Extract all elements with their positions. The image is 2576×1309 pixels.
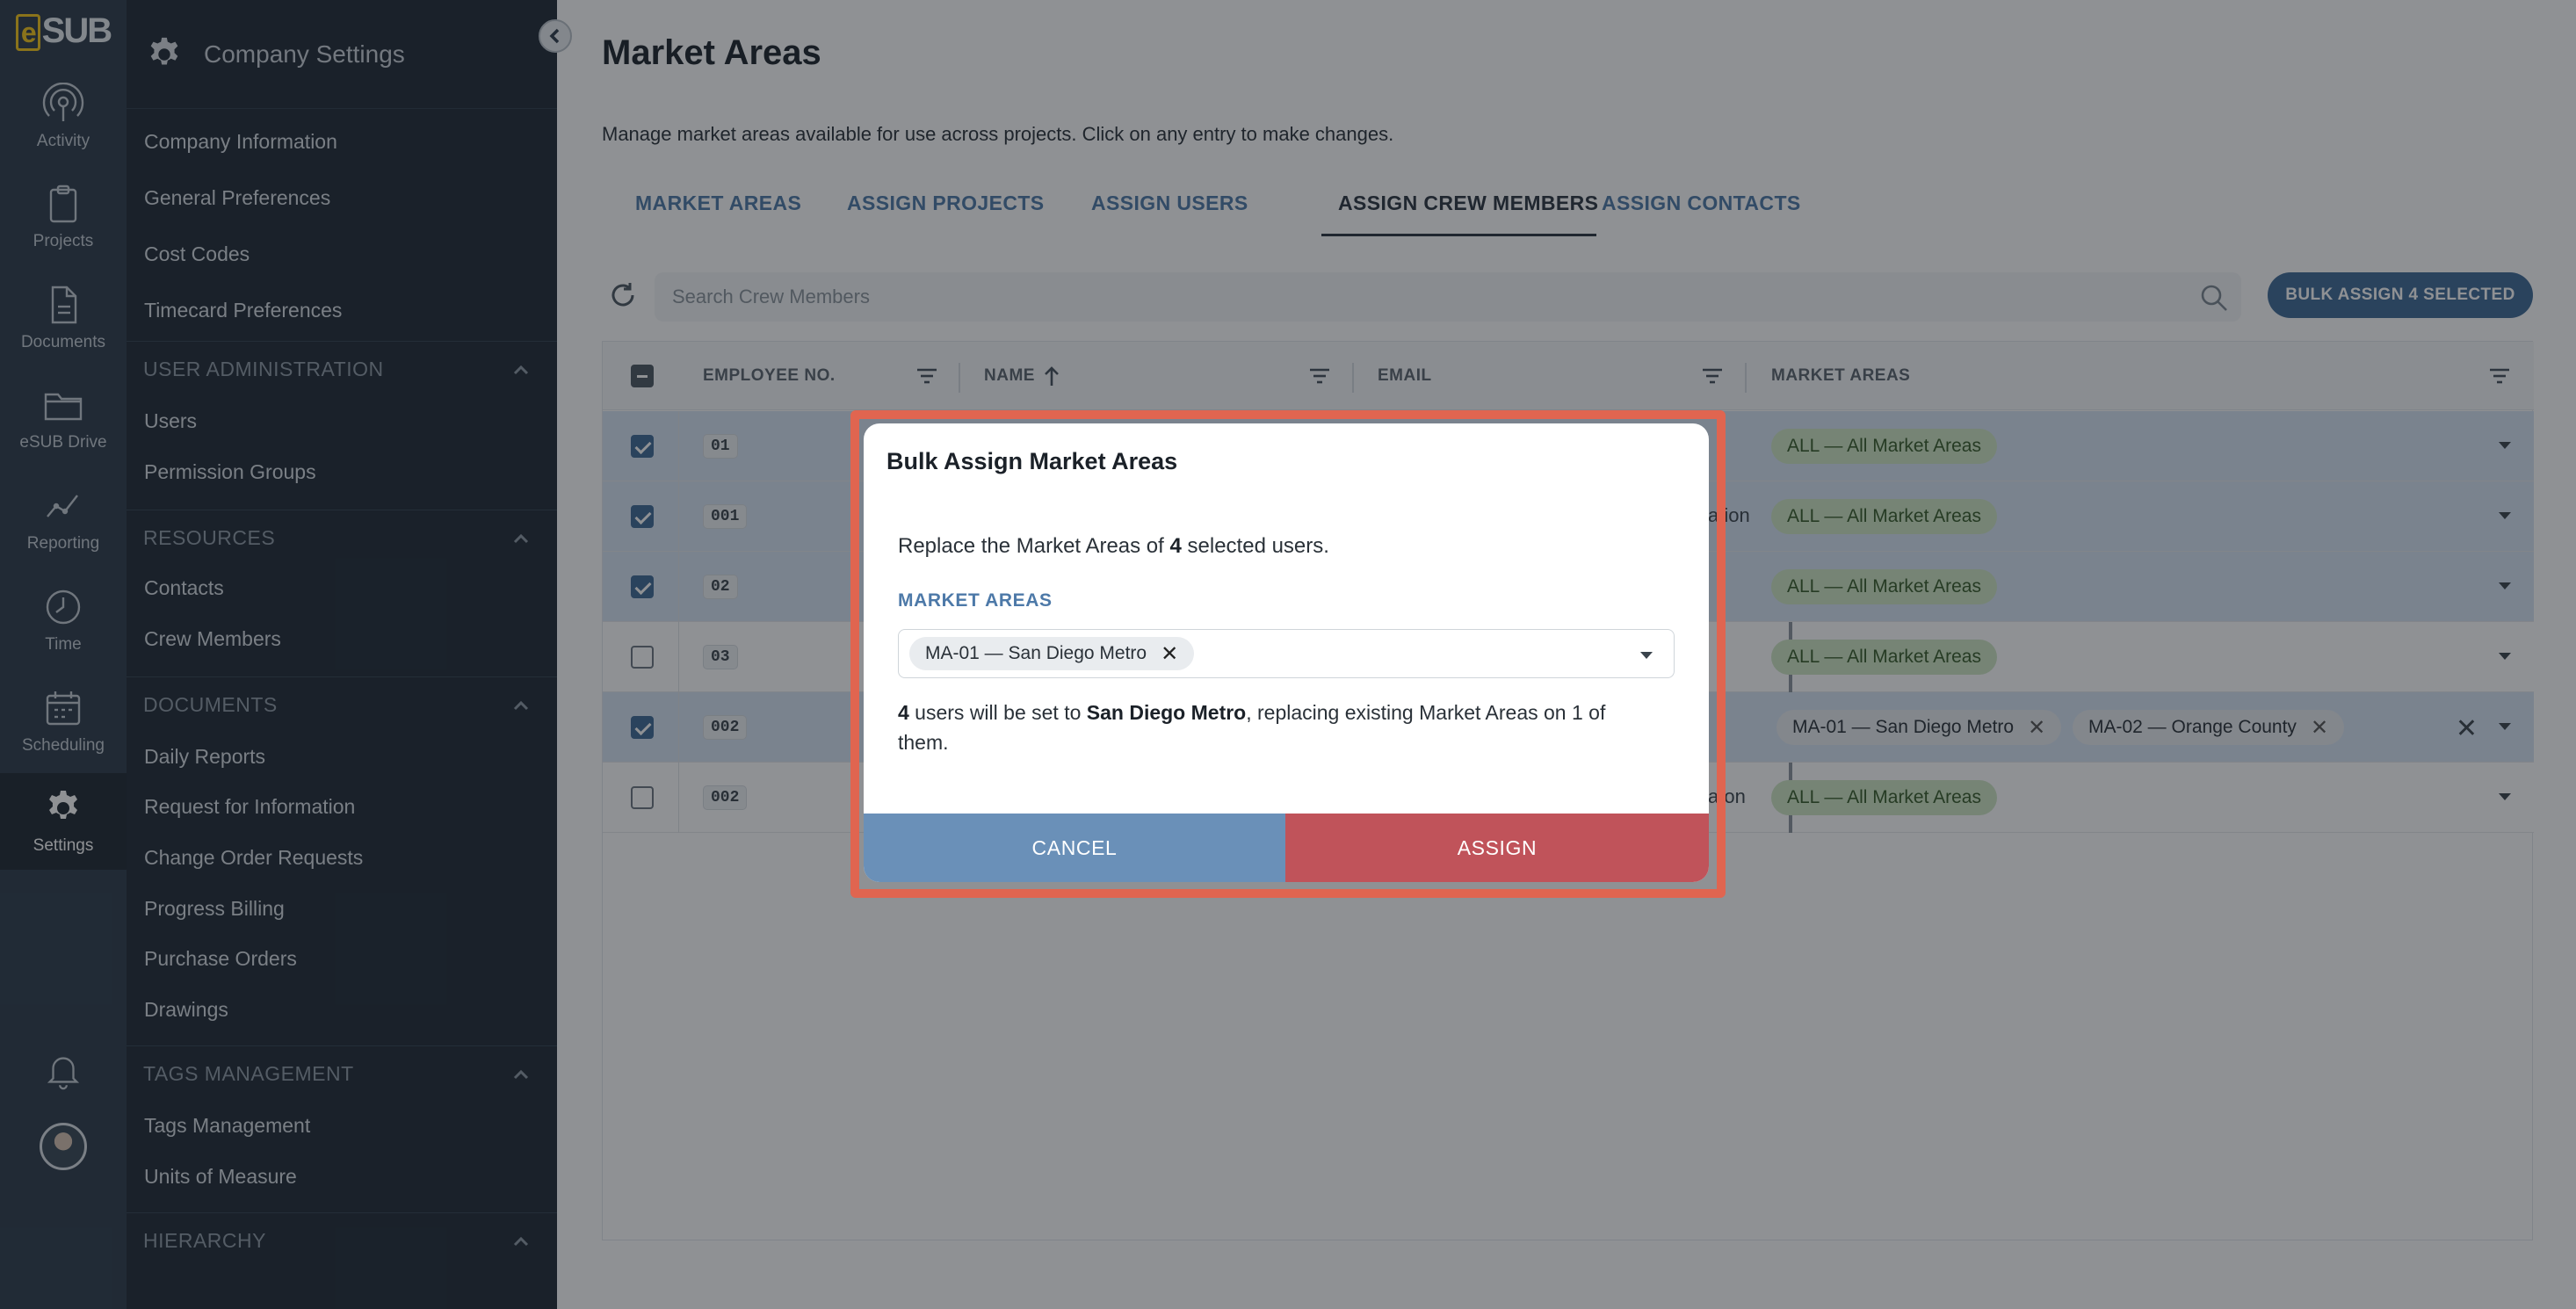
dialog-title: Bulk Assign Market Areas [886,448,1178,474]
assign-button[interactable]: ASSIGN [1285,814,1709,882]
selected-market-area-chip: MA-01 — San Diego Metro ✕ [909,637,1195,670]
remove-chip-icon[interactable]: ✕ [1161,641,1178,667]
cancel-button[interactable]: CANCEL [864,814,1285,882]
chevron-down-icon[interactable] [1639,649,1654,660]
dialog-actions: CANCEL ASSIGN [864,814,1709,882]
bulk-assign-dialog: Bulk Assign Market Areas Replace the Mar… [864,423,1709,882]
dialog-message: Replace the Market Areas of 4 selected u… [898,534,1329,558]
dialog-summary: 4 users will be set to San Diego Metro, … [898,701,1606,754]
market-areas-select[interactable]: MA-01 — San Diego Metro ✕ [898,629,1675,678]
market-areas-label: MARKET AREAS [898,590,1053,611]
